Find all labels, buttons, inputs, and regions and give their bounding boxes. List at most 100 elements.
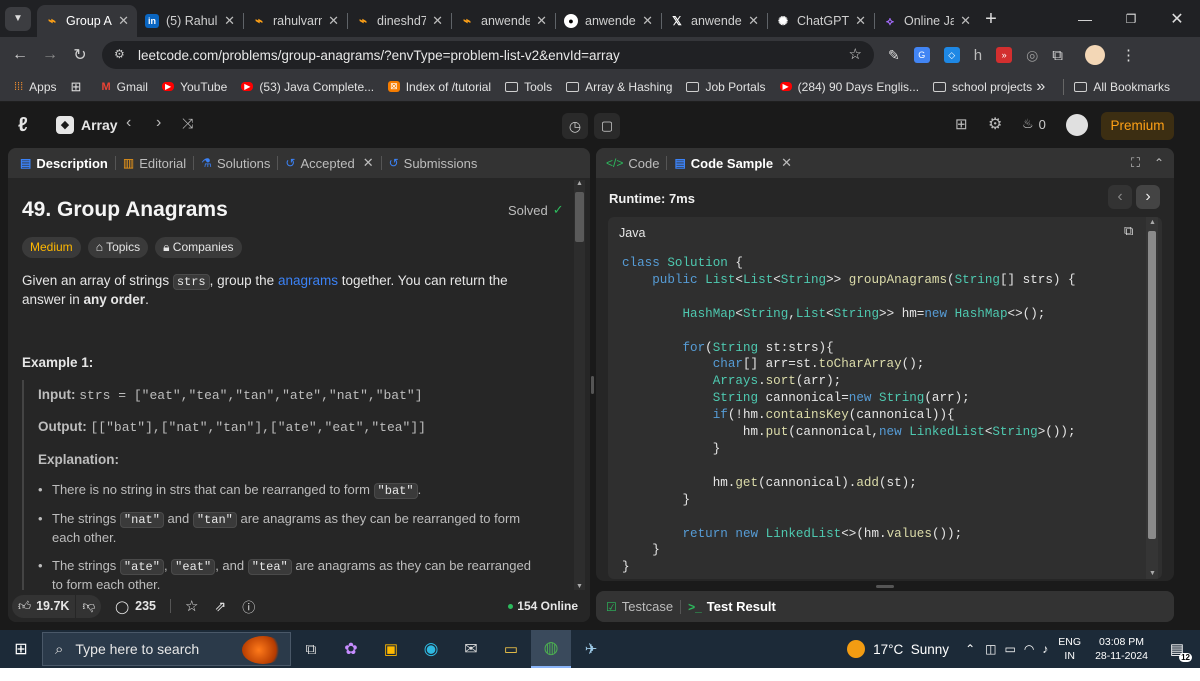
bookmark-star-icon[interactable]: ☆: [849, 45, 862, 63]
bookmark-folder-job-portals[interactable]: Job Portals: [686, 80, 766, 94]
file-explorer-icon[interactable]: ▭: [491, 630, 531, 668]
more-bookmarks-button[interactable]: »: [1036, 78, 1045, 96]
app-icon[interactable]: ✈: [571, 630, 611, 668]
maximize-icon[interactable]: ⛶: [1131, 155, 1140, 171]
compass-extension-icon[interactable]: ◎: [1026, 47, 1038, 64]
next-sample-button[interactable]: ›: [1136, 185, 1160, 209]
mail-icon[interactable]: ✉: [451, 630, 491, 668]
close-tab-icon[interactable]: ✕: [960, 13, 971, 29]
copilot-icon[interactable]: ✿: [331, 630, 371, 668]
store-icon[interactable]: ▣: [371, 630, 411, 668]
prev-sample-button[interactable]: ‹: [1108, 185, 1132, 209]
clock[interactable]: 03:08 PM 28-11-2024: [1095, 635, 1148, 663]
like-button[interactable]: 👍︎ 19.7K: [12, 594, 76, 618]
weather-widget[interactable]: 17°C Sunny: [847, 640, 949, 658]
profile-avatar[interactable]: [1085, 45, 1106, 65]
browser-menu-icon[interactable]: ⋮: [1121, 46, 1136, 64]
copy-icon[interactable]: ⧉: [1124, 223, 1133, 239]
battery-icon[interactable]: ▭: [1004, 642, 1015, 656]
bookmark-folder-tools[interactable]: Tools: [505, 80, 552, 94]
bookmark-grid[interactable]: ⊞: [71, 79, 88, 95]
extensions-puzzle-icon[interactable]: ⧉: [1052, 47, 1063, 64]
browser-tab[interactable]: ⟡ Online Jav ✕: [875, 5, 979, 37]
bookmark-index-tutorial[interactable]: ⊠ Index of /tutorial: [388, 80, 491, 94]
premium-button[interactable]: Premium: [1101, 112, 1174, 140]
prev-problem-icon[interactable]: ‹: [126, 114, 131, 132]
red-extension-icon[interactable]: »: [996, 47, 1013, 63]
browser-tab[interactable]: ⌁ Group An ✕: [37, 5, 137, 37]
taskbar-search-box[interactable]: ⌕ Type here to search: [42, 632, 291, 666]
back-icon[interactable]: ←: [5, 46, 35, 64]
new-tab-button[interactable]: +: [979, 8, 1003, 31]
tab-search-button[interactable]: ▼: [5, 6, 31, 31]
panel-resize-handle-horizontal[interactable]: [876, 585, 894, 588]
share-icon[interactable]: ⇗: [214, 598, 226, 615]
browser-tab[interactable]: 𝕏 anwende ✕: [662, 5, 767, 37]
close-tab-icon[interactable]: ✕: [432, 13, 443, 29]
all-bookmarks-button[interactable]: All Bookmarks: [1074, 80, 1170, 94]
volume-icon[interactable]: ♪: [1042, 642, 1048, 656]
notification-center[interactable]: ▤ 12: [1162, 634, 1192, 664]
language-indicator[interactable]: ENG IN: [1058, 635, 1081, 663]
wifi-icon[interactable]: ◠: [1024, 642, 1034, 656]
browser-tab[interactable]: ⌁ dineshd7 ✕: [348, 5, 451, 37]
tab-accepted[interactable]: ↺ Accepted ✕: [278, 155, 380, 171]
tab-code-sample[interactable]: ▤ Code Sample ✕: [667, 155, 799, 171]
close-tab-icon[interactable]: ✕: [781, 155, 792, 171]
close-tab-icon[interactable]: ✕: [363, 155, 374, 171]
favorite-star-icon[interactable]: ☆: [185, 597, 198, 615]
tab-testcase[interactable]: ☑ Testcase: [596, 599, 680, 614]
streak-counter[interactable]: ♨ 0: [1022, 116, 1046, 132]
browser-tab[interactable]: ✺ ChatGPT ✕: [768, 5, 874, 37]
description-scrollbar[interactable]: ▲ ▼: [574, 180, 585, 590]
bookmark-gmail[interactable]: M Gmail: [101, 80, 148, 94]
restore-icon[interactable]: ❐: [1108, 12, 1154, 26]
tab-code[interactable]: </> Code: [596, 156, 666, 171]
timer-button[interactable]: ◷: [562, 113, 588, 139]
close-tab-icon[interactable]: ✕: [536, 13, 547, 29]
dislike-button[interactable]: 👎︎: [76, 594, 102, 618]
pen-extension-icon[interactable]: ✎: [888, 47, 900, 64]
bookmark-java-complete[interactable]: ▶ (53) Java Complete...: [241, 80, 374, 94]
topics-tag[interactable]: ⌂ Topics: [87, 237, 149, 258]
settings-gear-icon[interactable]: ⚙: [988, 114, 1002, 134]
minimize-icon[interactable]: —: [1062, 11, 1108, 27]
browser-tab[interactable]: ⌁ anwende ✕: [452, 5, 555, 37]
url-bar[interactable]: ⚙ leetcode.com/problems/group-anagrams/?…: [102, 41, 874, 69]
bookmark-folder-array-hashing[interactable]: Array & Hashing: [566, 80, 672, 94]
reload-icon[interactable]: ↻: [65, 45, 95, 65]
notes-button[interactable]: ▢: [594, 113, 620, 139]
bookmark-folder-school-projects[interactable]: school projects: [933, 80, 1032, 94]
translate-extension-icon[interactable]: G: [913, 47, 930, 63]
close-tab-icon[interactable]: ✕: [748, 13, 759, 29]
tray-chevron-icon[interactable]: ⌃: [965, 642, 975, 656]
next-problem-icon[interactable]: ›: [156, 114, 161, 132]
forward-icon[interactable]: →: [35, 46, 65, 64]
anagrams-link[interactable]: anagrams: [278, 273, 338, 288]
browser-tab[interactable]: in (5) Rahul ✕: [137, 5, 243, 37]
leetcode-logo[interactable]: ℓ: [18, 114, 28, 137]
collapse-icon[interactable]: ⌃: [1154, 156, 1164, 170]
tab-description[interactable]: ▤ Description: [8, 156, 115, 171]
windows-start-icon[interactable]: ⊞: [0, 630, 42, 668]
browser-tab[interactable]: ⌁ rahulvarm ✕: [244, 5, 347, 37]
close-tab-icon[interactable]: ✕: [118, 13, 129, 29]
site-info-icon[interactable]: ⚙: [114, 47, 125, 61]
problem-list-button[interactable]: ◆ Array: [56, 116, 118, 134]
layout-icon[interactable]: ⊞: [955, 115, 968, 133]
chrome-icon[interactable]: ◍: [531, 630, 571, 668]
shuffle-icon[interactable]: ⤨: [182, 115, 193, 132]
task-view-icon[interactable]: ⧉: [291, 630, 331, 668]
close-tab-icon[interactable]: ✕: [642, 13, 653, 29]
bookmark-youtube[interactable]: ▶ YouTube: [161, 80, 227, 94]
panel-resize-handle[interactable]: [591, 376, 594, 394]
close-tab-icon[interactable]: ✕: [224, 13, 235, 29]
code-extension-icon[interactable]: ◇: [943, 47, 960, 63]
code-scrollbar[interactable]: ▲ ▼: [1146, 217, 1158, 579]
close-window-icon[interactable]: ✕: [1154, 9, 1200, 29]
help-icon[interactable]: ⓘ: [242, 597, 255, 616]
close-tab-icon[interactable]: ✕: [855, 13, 866, 29]
tab-solutions[interactable]: ⚗ Solutions: [194, 156, 277, 171]
tab-submissions[interactable]: ↺ Submissions: [382, 156, 485, 171]
browser-tab[interactable]: ● anwende ✕: [556, 5, 661, 37]
